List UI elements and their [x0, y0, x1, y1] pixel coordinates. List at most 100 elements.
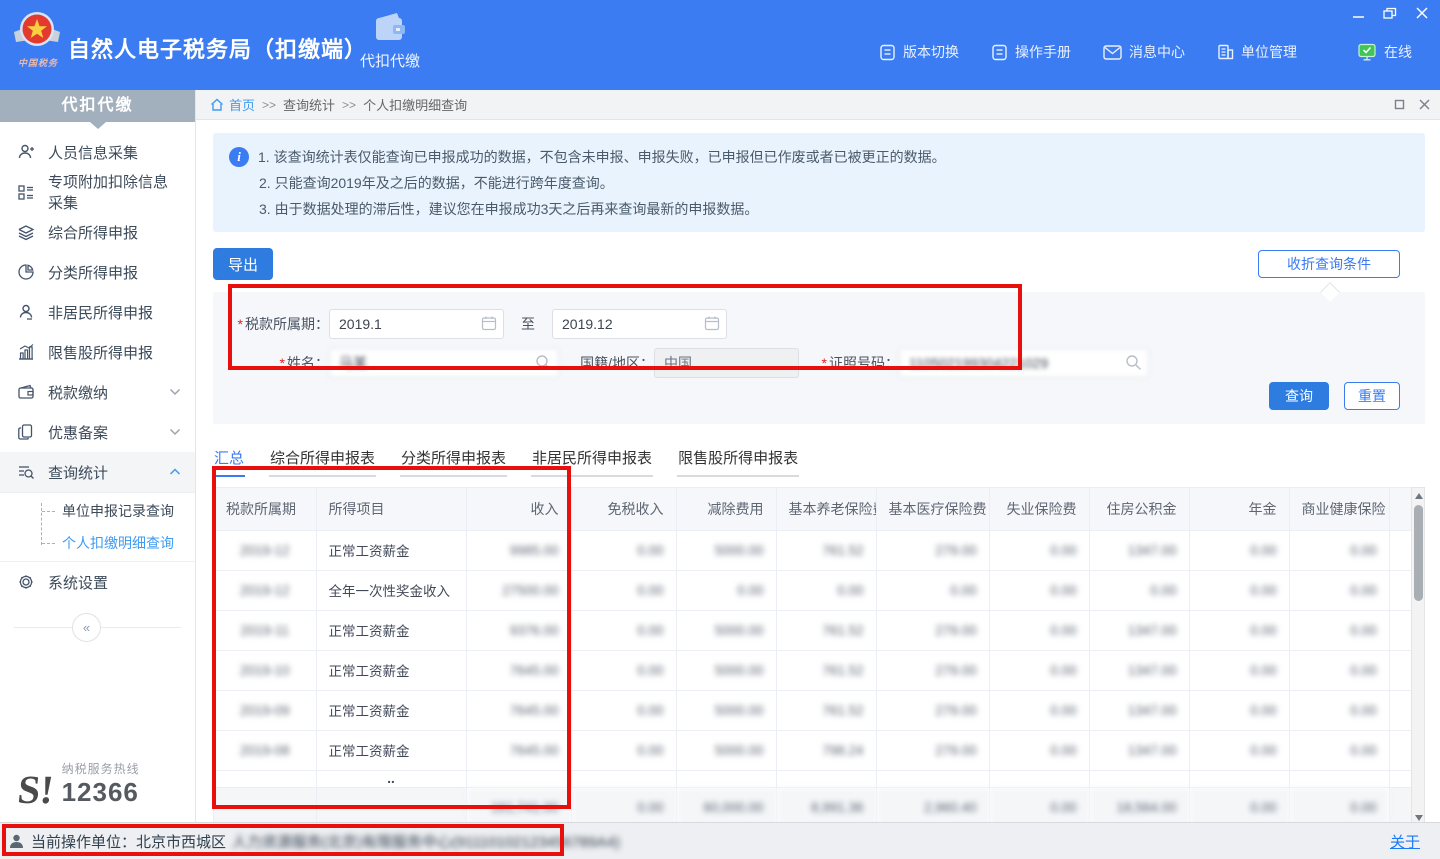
nav-label: 版本切换 — [903, 42, 959, 62]
sidebar-item-tax-payment[interactable]: 税款缴纳 — [0, 372, 195, 412]
column-header: 税款所属期 — [214, 488, 316, 530]
sidebar-item-label: 查询统计 — [48, 462, 108, 483]
tab-summary[interactable]: 汇总 — [213, 442, 245, 477]
table-row[interactable]: 2019-12正常工资薪金9985.000.005000.00761.52279… — [214, 530, 1411, 570]
period-start-input[interactable] — [329, 309, 504, 339]
table-cell — [571, 770, 676, 787]
table-cell: 0.00 — [571, 570, 676, 610]
table-cell: 0.00 — [1189, 530, 1289, 570]
sidebar-subitem-unit-declaration-records[interactable]: 单位申报记录查询 — [0, 495, 195, 527]
scroll-up-arrow-icon[interactable] — [1415, 493, 1423, 499]
about-link[interactable]: 关于 — [1390, 831, 1420, 852]
table-row[interactable]: 2019-11正常工资薪金9376.000.005000.00761.52279… — [214, 610, 1411, 650]
sidebar-item-special-deduction[interactable]: 专项附加扣除信息采集 — [0, 172, 195, 212]
name-input[interactable] — [329, 348, 559, 378]
minimize-button[interactable] — [1350, 6, 1366, 20]
tab-restricted-shares[interactable]: 限售股所得申报表 — [677, 442, 799, 477]
reset-button[interactable]: 重置 — [1344, 382, 1400, 410]
sidebar-item-query-statistics[interactable]: 查询统计 — [0, 452, 195, 492]
person-plus-icon — [16, 142, 36, 162]
pie-chart-icon — [16, 262, 36, 282]
id-number-input[interactable] — [899, 348, 1149, 378]
tab-classified-income[interactable]: 分类所得申报表 — [400, 442, 507, 477]
column-header: 基本医疗保险费 — [876, 488, 989, 530]
notice-line: 1. 该查询统计表仅能查询已申报成功的数据，不包含未申报、申报失败，已申报但已作… — [258, 144, 946, 170]
query-panel: *税款所属期： 至 *姓名： — [213, 292, 1425, 424]
status-bar: 当前操作单位：北京市西城区人力资源服务(北京)有限服务中心(9111010212… — [0, 822, 1440, 859]
id-label: *证照号码： — [799, 353, 899, 373]
vertical-scrollbar-thumb[interactable] — [1414, 505, 1423, 601]
nav-online-status[interactable]: 在线 — [1357, 42, 1412, 62]
wallet-icon — [16, 382, 36, 402]
sidebar-collapse-button[interactable]: « — [72, 613, 101, 642]
table-cell: 60,000.00 — [676, 787, 776, 827]
tab-restore-button[interactable] — [1394, 99, 1405, 110]
period-start-wrap — [329, 309, 504, 339]
close-button[interactable] — [1414, 6, 1430, 20]
tab-nonresident-income[interactable]: 非居民所得申报表 — [531, 442, 653, 477]
summary-table: 税款所属期所得项目收入免税收入减除费用基本养老保险费基本医疗保险费失业保险费住房… — [214, 488, 1411, 828]
table-row[interactable]: 2019-10正常工资薪金7645.000.005000.00761.52279… — [214, 650, 1411, 690]
table-cell: 5000.00 — [676, 690, 776, 730]
calendar-icon[interactable] — [481, 315, 497, 331]
table-row[interactable]: 2019-09正常工资薪金7645.000.005000.00761.52279… — [214, 690, 1411, 730]
sidebar-item-comprehensive-income[interactable]: 综合所得申报 — [0, 212, 195, 252]
scroll-down-arrow-icon[interactable] — [1415, 815, 1423, 821]
notice-box: i 1. 该查询统计表仅能查询已申报成功的数据，不包含未申报、申报失败，已申报但… — [213, 133, 1425, 232]
vertical-scrollbar[interactable] — [1411, 487, 1425, 827]
search-icon[interactable] — [535, 354, 552, 371]
nav-message-center[interactable]: 消息中心 — [1103, 42, 1185, 62]
current-unit-company-blurred: 人力资源服务(北京)有限服务中心(91110102123456789A4) — [232, 831, 620, 852]
calendar-icon[interactable] — [704, 315, 720, 331]
search-list-icon — [16, 462, 36, 482]
sidebar-item-classified-income[interactable]: 分类所得申报 — [0, 252, 195, 292]
table-cell — [1389, 787, 1411, 827]
column-header: 税 — [1389, 488, 1411, 530]
table-row[interactable]: 2019-12全年一次性奖金收入27500.000.000.000.000.00… — [214, 570, 1411, 610]
table-row[interactable]: 2019-08正常工资薪金7645.000.005000.00798.24279… — [214, 730, 1411, 770]
table-cell — [876, 770, 989, 787]
sidebar-item-label: 综合所得申报 — [48, 222, 138, 243]
sidebar-item-preferential-filing[interactable]: 优惠备案 — [0, 412, 195, 452]
sidebar-item-system-settings[interactable]: 系统设置 — [0, 562, 195, 602]
id-input-wrap — [899, 348, 1149, 378]
sidebar-subitem-personal-withholding-detail[interactable]: 个人扣缴明细查询 — [0, 527, 195, 559]
nav-manual[interactable]: 操作手册 — [991, 42, 1071, 62]
table-cell: 0.00 — [571, 650, 676, 690]
sidebar-title: 代扣代缴 — [0, 90, 195, 122]
collapse-query-button[interactable]: 收折查询条件 — [1258, 250, 1400, 278]
table-cell: 2019-09 — [214, 690, 316, 730]
table-cell: 5000.00 — [676, 730, 776, 770]
nav-version-switch[interactable]: 版本切换 — [879, 42, 959, 62]
restore-button[interactable] — [1382, 6, 1398, 20]
module-tab-daikou[interactable]: 代扣代缴 — [350, 12, 430, 71]
export-button[interactable]: 导出 — [213, 248, 273, 280]
sidebar-item-label: 优惠备案 — [48, 422, 108, 443]
table-cell: 0.00 — [989, 787, 1089, 827]
table-cell: 0.00 — [1289, 650, 1389, 690]
name-input-wrap — [329, 348, 559, 378]
tab-comprehensive-income[interactable]: 综合所得申报表 — [269, 442, 376, 477]
table-cell: 9376.00 — [466, 610, 571, 650]
user-icon — [8, 833, 25, 850]
sidebar-item-personnel-info[interactable]: 人员信息采集 — [0, 132, 195, 172]
minimize-icon — [1352, 7, 1365, 20]
table-cell: 1347.00 — [1089, 530, 1189, 570]
search-button[interactable]: 查询 — [1269, 382, 1329, 410]
table-cell: 0.00 — [989, 610, 1089, 650]
emblem-icon — [12, 6, 62, 56]
table-cell: 全年一次性奖金收入 — [316, 570, 466, 610]
table-cell: 761.52 — [776, 690, 876, 730]
chevron-down-icon — [169, 388, 181, 396]
table-cell: 0.00 — [1189, 650, 1289, 690]
sidebar-item-nonresident-income[interactable]: 非居民所得申报 — [0, 292, 195, 332]
breadcrumb-home[interactable]: 首页 — [210, 95, 255, 114]
tab-close-button[interactable] — [1419, 99, 1430, 110]
table-cell: -- — [214, 787, 316, 827]
nav-unit-management[interactable]: 单位管理 — [1217, 42, 1297, 62]
sidebar-item-restricted-shares[interactable]: 限售股所得申报 — [0, 332, 195, 372]
search-icon[interactable] — [1125, 354, 1142, 371]
table-zone: 税款所属期所得项目收入免税收入减除费用基本养老保险费基本医疗保险费失业保险费住房… — [213, 487, 1425, 828]
period-end-input[interactable] — [552, 309, 727, 339]
sidebar-item-label: 系统设置 — [48, 572, 108, 593]
